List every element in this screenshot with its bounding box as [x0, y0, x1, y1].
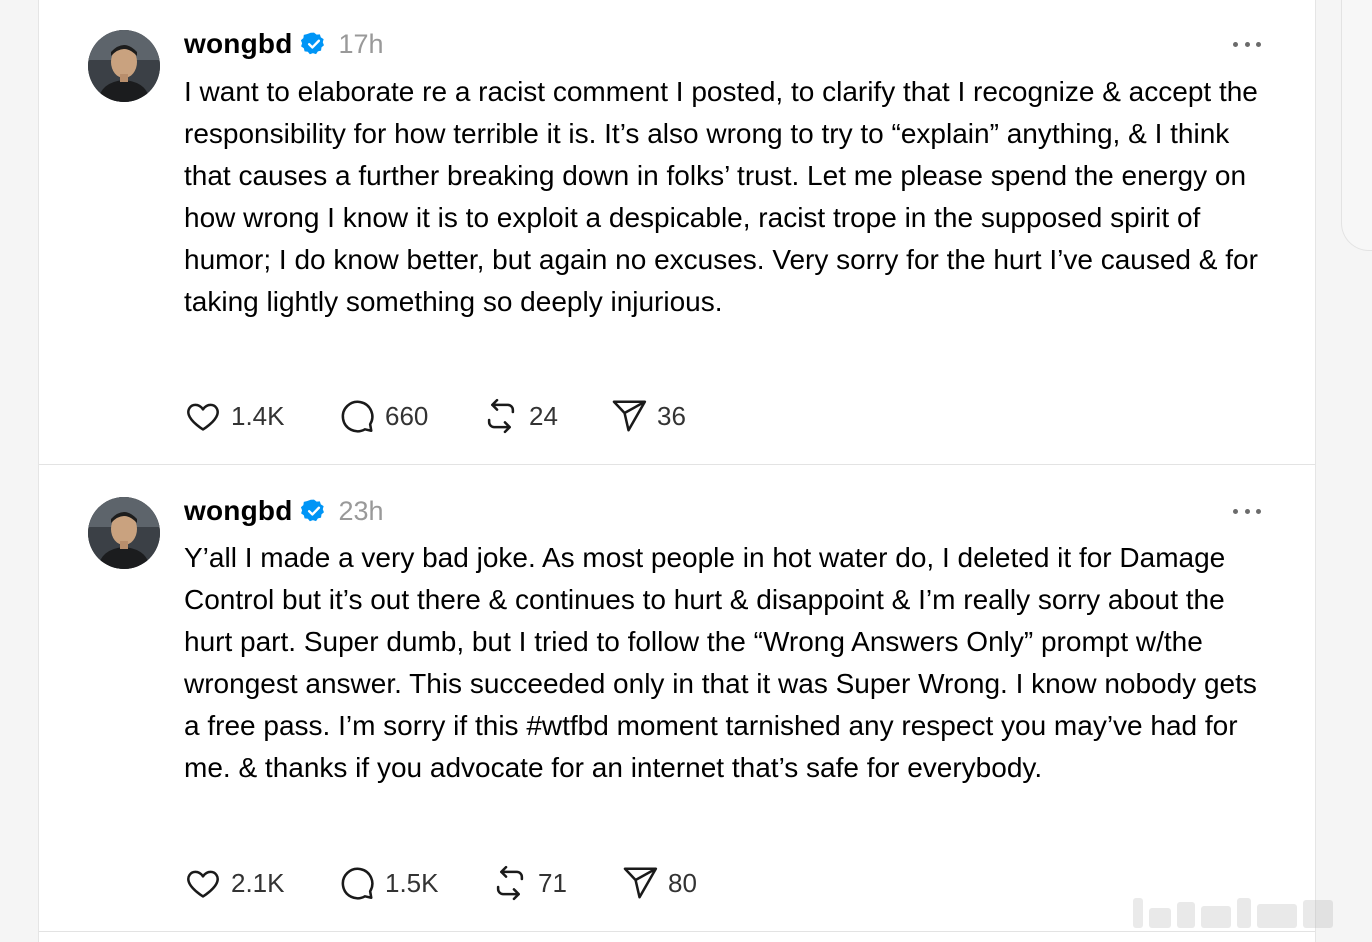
send-icon [623, 867, 658, 899]
comment-icon [341, 867, 374, 900]
heart-icon [187, 403, 219, 431]
like-count: 2.1K [231, 867, 285, 898]
side-panel-edge [1341, 0, 1372, 251]
share-button[interactable]: 80 [621, 864, 697, 902]
post: wongbd 17h I want to elaborate re a raci… [39, 0, 1315, 465]
avatar[interactable] [88, 497, 160, 569]
share-count: 36 [657, 400, 686, 431]
heart-icon [187, 870, 219, 898]
post-header: wongbd 23h [184, 495, 384, 527]
comment-icon [341, 400, 374, 433]
repost-button[interactable]: 71 [491, 864, 621, 902]
verified-badge-icon [300, 499, 324, 522]
watermark [1133, 894, 1358, 928]
verified-badge-icon [300, 32, 324, 55]
post-time[interactable]: 17h [339, 29, 384, 60]
reply-count: 1.5K [385, 867, 439, 898]
post-text: I want to elaborate re a racist comment … [184, 76, 1258, 317]
post-actions: 1.4K 660 24 36 [184, 396, 686, 436]
post-actions: 2.1K 1.5K 71 80 [184, 863, 697, 903]
like-count: 1.4K [231, 400, 285, 431]
like-button[interactable]: 1.4K [184, 397, 338, 435]
post-header: wongbd 17h [184, 28, 384, 60]
reply-button[interactable]: 1.5K [338, 864, 491, 902]
repost-button[interactable]: 24 [482, 397, 610, 435]
send-icon [612, 400, 647, 432]
like-button[interactable]: 2.1K [184, 864, 338, 902]
reply-count: 660 [385, 400, 429, 431]
more-options-icon[interactable] [1233, 507, 1261, 515]
post-text: Y’all I made a very bad joke. As most pe… [184, 542, 1257, 783]
feed: wongbd 17h I want to elaborate re a raci… [38, 0, 1316, 942]
username[interactable]: wongbd [184, 28, 293, 60]
share-count: 80 [668, 867, 697, 898]
post-time[interactable]: 23h [339, 496, 384, 527]
repost-icon [487, 398, 515, 434]
repost-count: 24 [529, 400, 558, 431]
repost-count: 71 [538, 867, 567, 898]
avatar[interactable] [88, 30, 160, 102]
more-options-icon[interactable] [1233, 40, 1261, 48]
post: wongbd 23h Y’all I made a very bad joke.… [39, 465, 1315, 932]
reply-button[interactable]: 660 [338, 397, 482, 435]
username[interactable]: wongbd [184, 495, 293, 527]
share-button[interactable]: 36 [610, 397, 686, 435]
repost-icon [496, 865, 524, 901]
